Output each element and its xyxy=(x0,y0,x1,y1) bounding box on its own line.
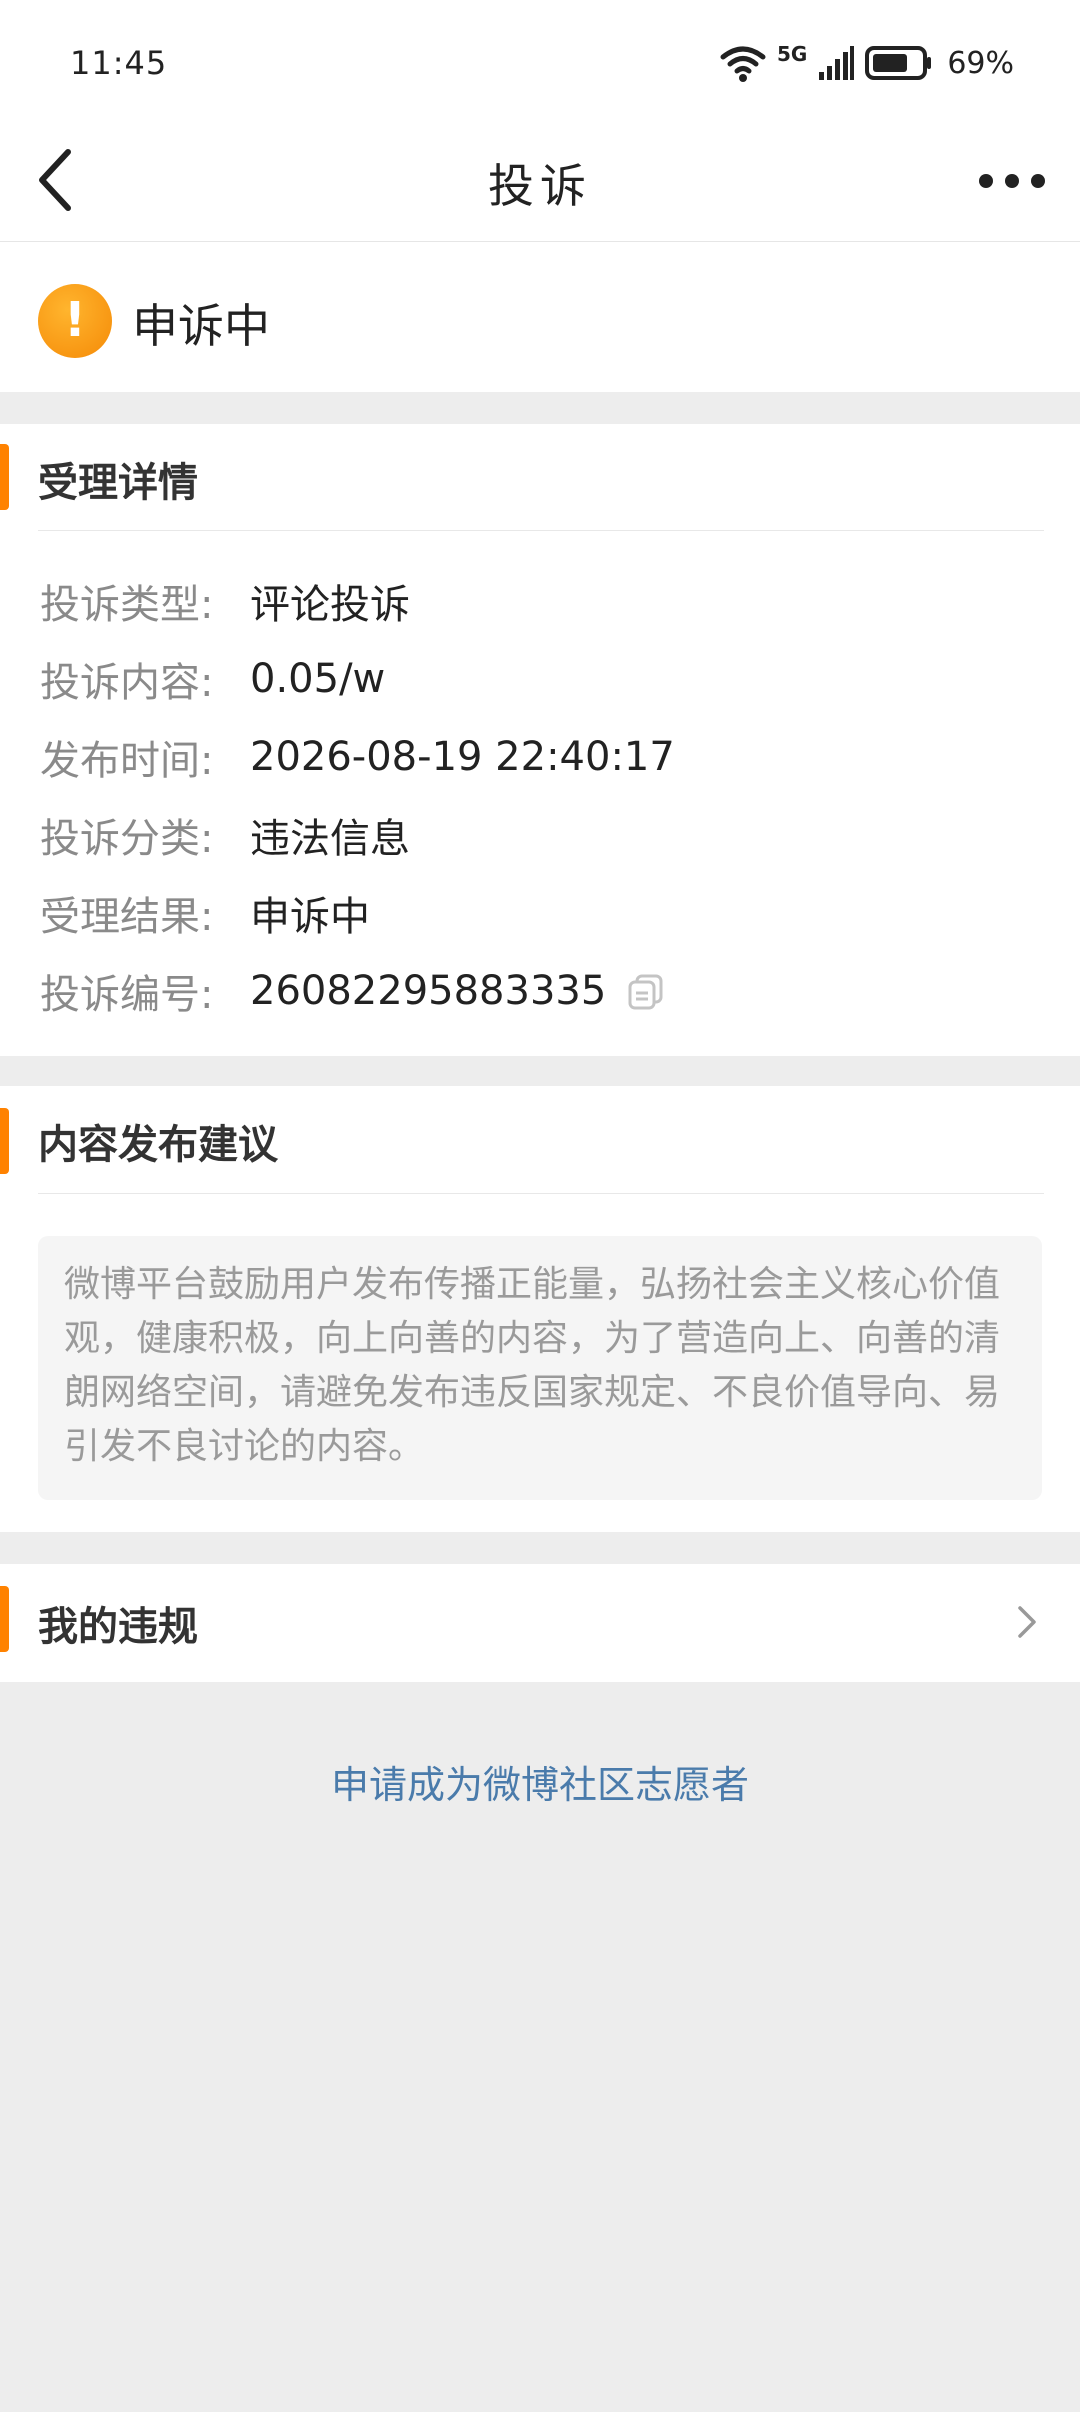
wifi-icon xyxy=(720,46,766,82)
detail-row-content: 投诉内容: 0.05/w xyxy=(40,650,385,708)
copy-icon[interactable] xyxy=(626,971,666,1011)
section-accent-bar xyxy=(0,1108,9,1174)
network-type: 5G xyxy=(776,42,808,66)
detail-row-number: 投诉编号: 26082295883335 xyxy=(40,962,666,1020)
detail-value: 违法信息 xyxy=(250,816,410,862)
detail-row-type: 投诉类型: 评论投诉 xyxy=(40,572,410,630)
section-accent-bar xyxy=(0,1586,9,1652)
detail-label: 投诉分类: xyxy=(40,816,214,862)
status-icons: 5G 69% xyxy=(719,40,1014,86)
detail-row-category: 投诉分类: 违法信息 xyxy=(40,806,410,864)
more-button[interactable] xyxy=(974,146,1050,216)
chevron-right-icon xyxy=(1018,1606,1036,1638)
details-title: 受理详情 xyxy=(38,460,198,506)
complaint-status-card: ! 申诉中 xyxy=(0,242,1080,392)
detail-label: 受理结果: xyxy=(40,894,214,940)
status-bar: 11:45 5G 69% xyxy=(0,0,1080,120)
section-divider xyxy=(38,530,1044,531)
advice-title: 内容发布建议 xyxy=(38,1122,278,1168)
advice-text: 微博平台鼓励用户发布传播正能量，弘扬社会主义核心价值观，健康积极，向上向善的内容… xyxy=(38,1236,1042,1500)
violations-title: 我的违规 xyxy=(38,1604,198,1650)
battery-icon xyxy=(865,46,932,80)
detail-label: 投诉编号: xyxy=(40,972,214,1018)
status-text: 申诉中 xyxy=(132,299,270,353)
detail-value: 2026-08-19 22:40:17 xyxy=(250,734,675,780)
section-divider xyxy=(38,1193,1044,1194)
section-accent-bar xyxy=(0,444,9,510)
nav-bar: 投诉 xyxy=(0,120,1080,242)
detail-label: 投诉类型: xyxy=(40,582,214,628)
detail-value: 评论投诉 xyxy=(250,582,410,628)
complaint-number: 26082295883335 xyxy=(250,968,607,1014)
more-dots-icon xyxy=(979,174,1045,188)
my-violations-row[interactable]: 我的违规 xyxy=(0,1564,1080,1682)
signal-icon xyxy=(819,46,855,80)
apply-volunteer-link[interactable]: 申请成为微博社区志愿者 xyxy=(0,1754,1080,1809)
page-title: 投诉 xyxy=(488,159,592,213)
detail-row-result: 受理结果: 申诉中 xyxy=(40,884,370,942)
battery-percentage: 69% xyxy=(947,45,1014,81)
detail-value: 申诉中 xyxy=(250,894,370,940)
detail-label: 发布时间: xyxy=(40,738,214,784)
warning-icon: ! xyxy=(38,284,112,358)
detail-label: 投诉内容: xyxy=(40,660,214,706)
detail-row-time: 发布时间: 2026-08-19 22:40:17 xyxy=(40,728,675,786)
warning-mark: ! xyxy=(64,292,86,348)
advice-section: 内容发布建议 微博平台鼓励用户发布传播正能量，弘扬社会主义核心价值观，健康积极，… xyxy=(0,1086,1080,1532)
status-time: 11:45 xyxy=(70,44,168,82)
detail-value: 0.05/w xyxy=(250,656,386,702)
details-section: 受理详情 投诉类型: 评论投诉 投诉内容: 0.05/w 发布时间: 2026-… xyxy=(0,424,1080,1056)
